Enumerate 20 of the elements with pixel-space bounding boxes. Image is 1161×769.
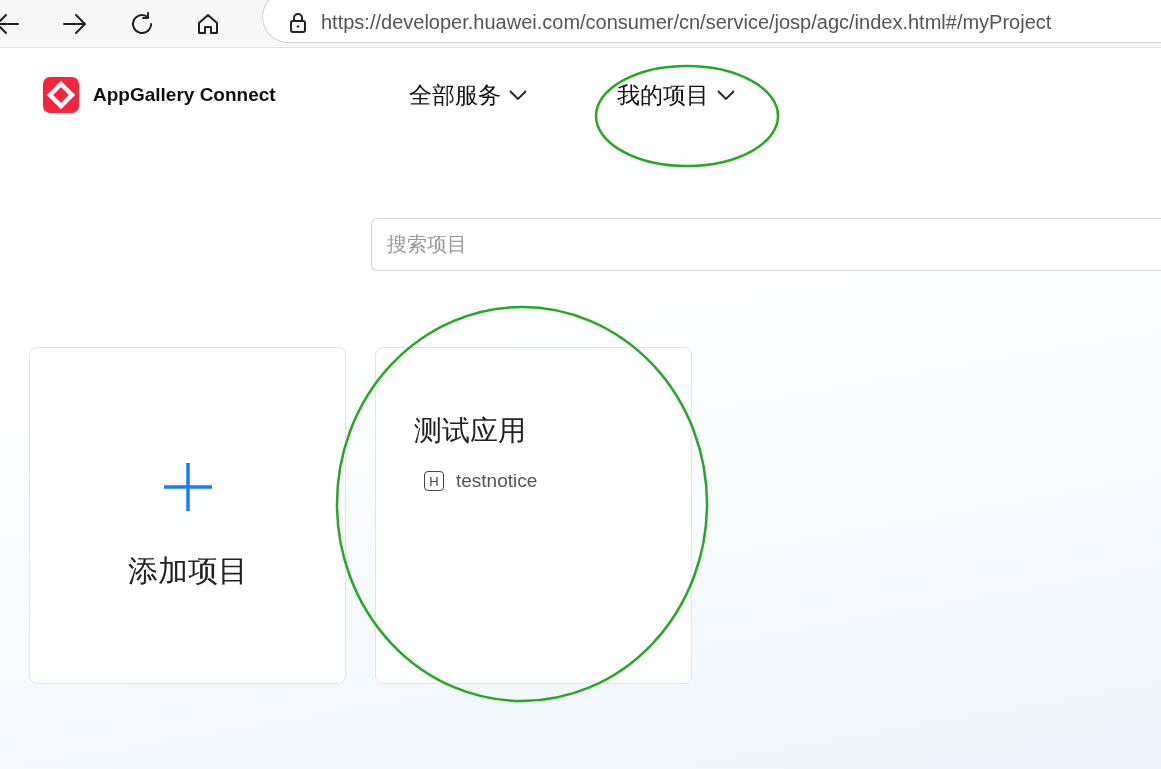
plus-icon: [163, 463, 212, 511]
refresh-icon[interactable]: [130, 11, 154, 36]
back-icon[interactable]: [0, 12, 20, 35]
add-project-card[interactable]: 添加项目: [29, 347, 346, 684]
chevron-down-icon: [509, 90, 527, 100]
logo-icon[interactable]: [43, 77, 79, 113]
app-name[interactable]: testnotice: [456, 470, 538, 492]
lock-icon: [289, 11, 307, 34]
logo-text: AppGallery Connect: [93, 84, 276, 106]
project-card[interactable]: 测试应用 H testnotice: [375, 347, 692, 684]
search-field[interactable]: 搜索项目: [371, 218, 1161, 271]
chevron-down-icon: [717, 90, 735, 100]
project-title: 测试应用: [414, 414, 527, 448]
forward-icon[interactable]: [62, 12, 88, 35]
add-project-label: 添加项目: [127, 553, 248, 589]
nav-menu-item[interactable]: 我的项目: [617, 79, 735, 111]
address-bar[interactable]: https://developer.huawei.com/consumer/cn/service/josp/agc/index.html#/myProject: [262, 0, 1161, 43]
home-icon[interactable]: [196, 11, 220, 36]
app-platform-badge: H: [424, 471, 444, 491]
nav-menu-item[interactable]: 全部服务: [409, 79, 527, 111]
